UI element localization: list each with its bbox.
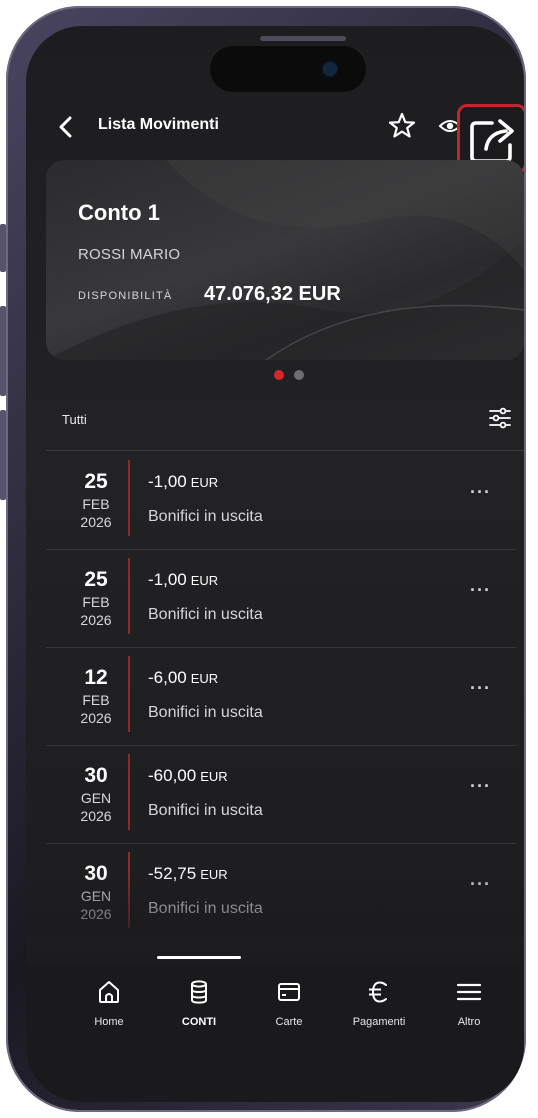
top-bar: Lista Movimenti	[26, 104, 524, 174]
transaction-day: 25	[84, 470, 108, 493]
account-card[interactable]: Conto 1 ROSSI MARIO DISPONIBILITÀ 47.076…	[46, 160, 524, 360]
more-options-button[interactable]: ···	[470, 482, 491, 503]
pager-dot-active[interactable]	[274, 370, 284, 380]
transaction-description: Bonifici in uscita	[148, 606, 263, 623]
account-holder: ROSSI MARIO	[78, 246, 181, 263]
nav-item-pagamenti[interactable]: Pagamenti	[334, 978, 424, 1038]
available-amount: 47.076,32 EUR	[204, 283, 341, 305]
menu-icon	[456, 983, 482, 1001]
amount-currency: EUR	[190, 573, 219, 588]
star-icon[interactable]	[386, 110, 418, 142]
transaction-amount: -52,75 EUR	[148, 864, 228, 884]
transaction-year: 2026	[80, 808, 112, 824]
account-name: Conto 1	[78, 200, 160, 225]
filter-divider	[46, 450, 524, 451]
nav-label-pagamenti: Pagamenti	[352, 1016, 406, 1028]
more-options-button[interactable]: ···	[470, 776, 491, 797]
nav-item-conti[interactable]: CONTI	[154, 978, 244, 1038]
transaction-row[interactable]: 25 FEB 2026 -1,00 EUR Bonifici in uscita …	[46, 550, 516, 648]
database-icon	[191, 980, 207, 1004]
date-divider-bar	[128, 558, 130, 634]
app-screen: Lista Movimenti Conto 1 ROSSI MARIO DISP…	[26, 26, 524, 1102]
amount-currency: EUR	[190, 671, 219, 686]
more-options-button[interactable]: ···	[470, 580, 491, 601]
dynamic-island	[210, 46, 366, 92]
silent-switch	[0, 224, 6, 272]
transaction-amount: -1,00 EUR	[148, 472, 218, 492]
more-options-button[interactable]: ···	[470, 874, 491, 895]
home-indicator-area	[26, 1042, 524, 1102]
phone-frame: Lista Movimenti Conto 1 ROSSI MARIO DISP…	[0, 6, 526, 1112]
nav-label-carte: Carte	[275, 1016, 303, 1028]
transaction-description: Bonifici in uscita	[148, 802, 263, 819]
page-title: Lista Movimenti	[98, 116, 219, 133]
transaction-row[interactable]: 12 FEB 2026 -6,00 EUR Bonifici in uscita …	[46, 648, 516, 746]
transaction-month: FEB	[82, 594, 110, 610]
transaction-month: GEN	[80, 790, 112, 806]
camera-lens	[324, 63, 336, 75]
transaction-year: 2026	[80, 906, 112, 922]
transaction-description: Bonifici in uscita	[148, 900, 263, 917]
transaction-year: 2026	[80, 710, 112, 726]
home-icon	[99, 981, 119, 1003]
speaker-grille	[260, 36, 346, 41]
nav-label-altro: Altro	[457, 1016, 481, 1028]
euro-icon	[369, 981, 387, 1003]
amount-currency: EUR	[190, 475, 219, 490]
transaction-day: 30	[84, 862, 108, 885]
chevron-left-icon[interactable]	[54, 114, 80, 140]
sliders-icon[interactable]	[488, 406, 512, 430]
transaction-month: FEB	[82, 692, 110, 708]
transaction-day: 30	[84, 764, 108, 787]
amount-value: -6,00	[148, 668, 187, 687]
volume-down-button	[0, 410, 6, 500]
nav-item-home[interactable]: Home	[64, 978, 154, 1038]
nav-item-altro[interactable]: Altro	[424, 978, 514, 1038]
amount-value: -52,75	[148, 864, 197, 883]
amount-value: -60,00	[148, 766, 197, 785]
date-divider-bar	[128, 656, 130, 732]
transaction-day: 12	[84, 666, 108, 689]
transaction-month: GEN	[80, 888, 112, 904]
transaction-year: 2026	[80, 514, 112, 530]
amount-currency: EUR	[200, 769, 228, 784]
date-divider-bar	[128, 852, 130, 928]
more-options-button[interactable]: ···	[470, 678, 491, 699]
transaction-amount: -6,00 EUR	[148, 668, 218, 688]
transaction-year: 2026	[80, 612, 112, 628]
transaction-row[interactable]: 30 GEN 2026 -60,00 EUR Bonifici in uscita…	[46, 746, 516, 844]
transaction-amount: -1,00 EUR	[148, 570, 218, 590]
transaction-row[interactable]: 25 FEB 2026 -1,00 EUR Bonifici in uscita …	[46, 452, 516, 550]
transaction-row[interactable]: 30 GEN 2026 -52,75 EUR Bonifici in uscita…	[46, 844, 516, 942]
amount-value: -1,00	[148, 472, 187, 491]
nav-item-carte[interactable]: Carte	[244, 978, 334, 1038]
bottom-nav: Home CONTI Carte Pagamenti Altro	[26, 966, 524, 1042]
card-icon	[278, 983, 300, 1001]
transaction-description: Bonifici in uscita	[148, 508, 263, 525]
transaction-amount: -60,00 EUR	[148, 766, 228, 786]
transaction-month: FEB	[82, 496, 110, 512]
date-divider-bar	[128, 754, 130, 830]
amount-currency: EUR	[200, 867, 228, 882]
available-label: DISPONIBILITÀ	[78, 290, 173, 302]
nav-label-conti: CONTI	[181, 1016, 217, 1028]
volume-up-button	[0, 306, 6, 396]
nav-label-home: Home	[94, 1016, 124, 1028]
transaction-description: Bonifici in uscita	[148, 704, 263, 721]
transaction-day: 25	[84, 568, 108, 591]
amount-value: -1,00	[148, 570, 187, 589]
date-divider-bar	[128, 460, 130, 536]
pager-dot[interactable]	[294, 370, 304, 380]
active-tab-indicator	[157, 956, 241, 959]
filter-label[interactable]: Tutti	[62, 412, 87, 427]
